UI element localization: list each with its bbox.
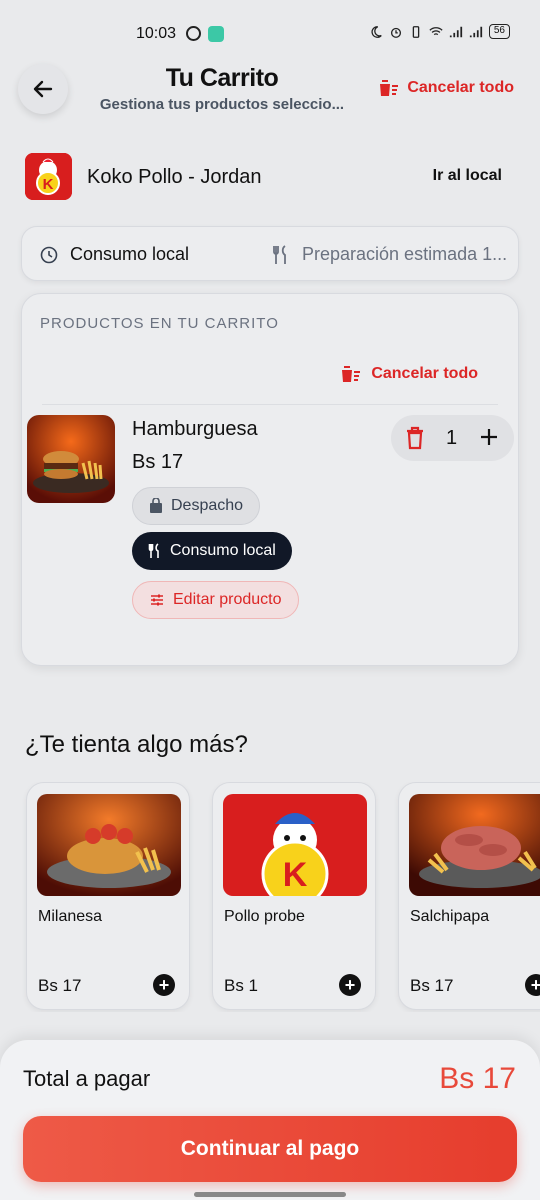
delivery-chip-label: Despacho: [171, 497, 244, 514]
cancel-all-inner-label: Cancelar todo: [371, 365, 478, 382]
suggestion-card[interactable]: Milanesa Bs 17 +: [26, 782, 190, 1010]
edit-product-label: Editar producto: [173, 591, 282, 608]
suggestion-price: Bs 17: [38, 976, 82, 995]
chicken-logo-icon: K: [25, 153, 72, 200]
cart-card: PRODUCTOS EN TU CARRITO Cancelar todo Ha…: [21, 293, 519, 666]
prep-time: Preparación estimada 1...: [272, 244, 507, 265]
whatsapp-icon: [186, 26, 201, 41]
home-indicator[interactable]: [194, 1192, 346, 1197]
store-logo: K: [25, 153, 72, 200]
local-consumption-chip-label: Consumo local: [170, 542, 276, 559]
cart-heading: PRODUCTOS EN TU CARRITO: [40, 315, 279, 332]
checkout-panel: Total a pagar Bs 17 Continuar al pago: [0, 1040, 540, 1200]
add-suggestion-button[interactable]: +: [339, 974, 361, 996]
moon-icon: [371, 25, 382, 38]
battery-indicator: 56: [488, 24, 510, 39]
order-info-bar: Consumo local Preparación estimada 1...: [21, 226, 519, 281]
vibrate-icon: [412, 25, 420, 38]
store-name: Koko Pollo - Jordan: [87, 166, 262, 188]
go-to-store-link[interactable]: Ir al local: [433, 167, 502, 185]
divider: [42, 404, 498, 405]
edit-product-button[interactable]: Editar producto: [132, 581, 299, 619]
signal-icon: [449, 26, 462, 37]
app-notification-icon: [208, 26, 224, 42]
suggestion-card[interactable]: Salchipapa Bs 17 +: [398, 782, 540, 1010]
quantity-stepper: 1: [391, 415, 514, 461]
continue-to-payment-button[interactable]: Continuar al pago: [23, 1116, 517, 1182]
wifi-icon: [429, 26, 443, 35]
utensils-icon: [148, 543, 159, 558]
page-subtitle: Gestiona tus productos seleccio...: [99, 96, 345, 113]
utensils-icon: [273, 244, 286, 264]
cancel-all-inner-button[interactable]: Cancelar todo: [339, 364, 478, 384]
consumption-mode: Consumo local: [40, 244, 189, 265]
status-icons: 56: [369, 24, 510, 39]
bag-icon: [150, 498, 162, 513]
local-consumption-chip[interactable]: Consumo local: [132, 532, 292, 570]
cancel-all-label: Cancelar todo: [407, 79, 514, 96]
total-value: Bs 17: [439, 1062, 516, 1095]
suggestions-title: ¿Te tienta algo más?: [25, 731, 248, 758]
trash-list-icon: [379, 80, 399, 96]
plus-icon[interactable]: [478, 426, 500, 448]
product-price: Bs 17: [132, 451, 184, 473]
total-label: Total a pagar: [23, 1066, 151, 1091]
back-button[interactable]: [18, 64, 68, 114]
page-title: Tu Carrito: [165, 64, 279, 92]
logo-letter-large: K: [283, 856, 308, 894]
pollo-logo-image: K: [223, 794, 367, 896]
status-bar: 10:03 56: [0, 0, 540, 64]
salchipapa-image: [409, 794, 540, 896]
quantity-value: 1: [446, 427, 458, 449]
suggestions-carousel[interactable]: Milanesa Bs 17 + K Pollo probe Bs 1 + Sa…: [0, 782, 540, 1012]
consumption-mode-label: Consumo local: [70, 244, 190, 264]
trash-list-icon: [341, 366, 361, 382]
add-suggestion-button[interactable]: +: [153, 974, 175, 996]
status-time: 10:03: [136, 25, 177, 42]
arrow-left-icon: [33, 80, 53, 98]
suggestion-name: Milanesa: [38, 908, 103, 925]
alarm-icon: [390, 27, 401, 38]
suggestion-card[interactable]: K Pollo probe Bs 1 +: [212, 782, 376, 1010]
product-name: Hamburguesa: [132, 418, 258, 440]
sliders-icon: [151, 594, 163, 606]
clock-icon: [40, 246, 58, 263]
add-suggestion-button[interactable]: +: [525, 974, 540, 996]
milanesa-image: [37, 794, 181, 896]
suggestion-price: Bs 17: [410, 976, 454, 995]
trash-icon[interactable]: [405, 426, 425, 450]
suggestion-name: Pollo probe: [224, 908, 305, 925]
suggestion-price: Bs 1: [224, 976, 259, 995]
burger-image: [27, 415, 115, 503]
suggestion-name: Salchipapa: [410, 908, 490, 925]
signal-icon-2: [469, 26, 482, 37]
delivery-chip[interactable]: Despacho: [132, 487, 261, 525]
prep-time-label: Preparación estimada 1...: [302, 244, 508, 264]
cancel-all-button[interactable]: Cancelar todo: [377, 78, 514, 98]
logo-letter: K: [43, 176, 54, 193]
